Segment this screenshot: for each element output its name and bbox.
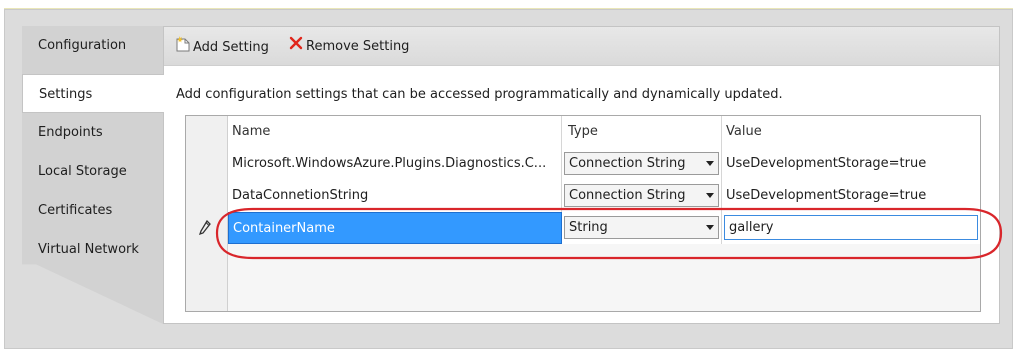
new-item-icon: [176, 36, 190, 59]
type-dropdown-value: Connection String: [569, 156, 686, 171]
sidebar: Configuration Settings Endpoints Local S…: [22, 26, 164, 324]
pencil-icon: [198, 219, 212, 240]
tab-certificates[interactable]: Certificates: [22, 191, 163, 230]
setting-type-cell: String: [562, 212, 722, 244]
row-header: [186, 116, 228, 148]
row-header[interactable]: [186, 212, 228, 244]
type-dropdown-value: String: [569, 220, 608, 235]
setting-type-cell: Connection String: [562, 148, 722, 180]
tab-virtual-network[interactable]: Virtual Network: [22, 230, 163, 269]
table-row[interactable]: Microsoft.WindowsAzure.Plugins.Diagnosti…: [186, 148, 980, 180]
table-row-editing[interactable]: ContainerName String gallery: [186, 212, 980, 244]
grid-header-row: Name Type Value: [186, 116, 980, 149]
tab-label: Configuration: [38, 38, 127, 53]
remove-setting-label: Remove Setting: [306, 39, 410, 54]
tab-label: Settings: [39, 87, 93, 102]
column-header-name[interactable]: Name: [228, 116, 562, 148]
setting-name-input[interactable]: ContainerName: [228, 212, 562, 244]
add-setting-label: Add Setting: [193, 40, 269, 55]
setting-value-cell[interactable]: UseDevelopmentStorage=true: [722, 148, 980, 180]
chevron-down-icon[interactable]: [706, 225, 714, 230]
tab-label: Virtual Network: [38, 242, 139, 257]
setting-value-cell: gallery: [722, 212, 980, 244]
setting-name-cell[interactable]: Microsoft.WindowsAzure.Plugins.Diagnosti…: [228, 148, 562, 180]
tab-endpoints[interactable]: Endpoints: [22, 113, 163, 152]
tab-label: Local Storage: [38, 164, 127, 179]
tab-configuration[interactable]: Configuration: [22, 26, 163, 65]
setting-name-cell[interactable]: DataConnetionString: [228, 180, 562, 212]
type-dropdown[interactable]: Connection String: [564, 184, 719, 207]
settings-grid: Name Type Value Microsoft.WindowsAzure.P…: [185, 115, 981, 312]
row-header[interactable]: [186, 180, 228, 212]
setting-value-cell[interactable]: UseDevelopmentStorage=true: [722, 180, 980, 212]
row-header: [186, 244, 228, 311]
toolbar: Add Setting Remove Setting: [164, 27, 999, 66]
tab-label: Certificates: [38, 203, 113, 218]
setting-value-input[interactable]: gallery: [724, 215, 978, 240]
row-header[interactable]: [186, 148, 228, 180]
settings-panel: Add Setting Remove Setting Add configura…: [163, 26, 1000, 324]
setting-type-cell: Connection String: [562, 180, 722, 212]
grid-empty-area: [186, 244, 980, 311]
column-header-type[interactable]: Type: [562, 116, 722, 148]
tab-label: Endpoints: [38, 125, 103, 140]
table-row[interactable]: DataConnetionString Connection String Us…: [186, 180, 980, 212]
column-header-value[interactable]: Value: [722, 116, 980, 148]
type-dropdown[interactable]: String: [564, 216, 719, 239]
x-icon: [289, 36, 303, 57]
tab-settings[interactable]: Settings: [22, 74, 164, 113]
type-dropdown[interactable]: Connection String: [564, 152, 719, 175]
chevron-down-icon[interactable]: [706, 193, 714, 198]
settings-description: Add configuration settings that can be a…: [176, 87, 783, 102]
chevron-down-icon[interactable]: [706, 161, 714, 166]
tab-local-storage[interactable]: Local Storage: [22, 152, 163, 191]
add-setting-button[interactable]: Add Setting: [176, 36, 269, 56]
remove-setting-button[interactable]: Remove Setting: [289, 36, 409, 56]
type-dropdown-value: Connection String: [569, 188, 686, 203]
